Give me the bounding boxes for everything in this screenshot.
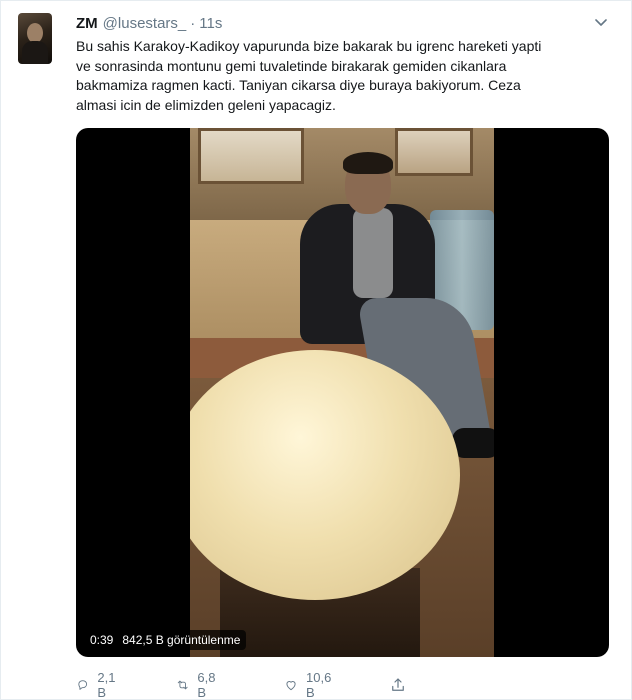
- video-player[interactable]: 0:39 842,5 B görüntülenme: [76, 128, 609, 657]
- reply-button[interactable]: 2,1 B: [76, 670, 120, 700]
- avatar-face: [27, 23, 43, 43]
- tweet-text-line: almasi icin de elimizden geleni yapacagi…: [76, 96, 336, 113]
- like-button[interactable]: 10,6 B: [284, 670, 335, 700]
- tweet-text-line: Bu sahis Karakoy-Kadikoy vapurunda bize …: [76, 38, 542, 54]
- video-views: 842,5 B görüntülenme: [122, 633, 241, 647]
- person-shoe: [452, 428, 494, 458]
- window-left: [198, 128, 304, 184]
- share-button[interactable]: [389, 676, 407, 694]
- person-shirt: [353, 208, 393, 298]
- window-right: [395, 128, 473, 176]
- chevron-down-icon[interactable]: [593, 15, 609, 31]
- retweet-icon: [177, 680, 188, 690]
- tweet-timestamp[interactable]: 11s: [199, 15, 222, 32]
- retweet-button[interactable]: 6,8 B: [176, 670, 220, 700]
- tweet-text-line: bakmamiza ragmen kacti. Taniyan cikarsa …: [76, 77, 521, 93]
- retweet-count: 6,8 B: [197, 670, 216, 700]
- reply-icon: [78, 680, 88, 690]
- separator-dot: ·: [190, 14, 196, 32]
- avatar[interactable]: [18, 13, 52, 64]
- share-icon: [392, 678, 404, 691]
- video-frame: [190, 128, 494, 657]
- video-info-badge: 0:39 842,5 B görüntülenme: [84, 630, 247, 650]
- video-duration: 0:39: [90, 633, 114, 647]
- author-handle[interactable]: @lusestars_: [103, 15, 187, 32]
- tweet-text: Bu sahis Karakoy-Kadikoy vapurunda bize …: [76, 37, 606, 115]
- reply-count: 2,1 B: [97, 670, 116, 700]
- like-count: 10,6 B: [306, 670, 332, 700]
- heart-icon: [286, 681, 296, 691]
- avatar-body: [22, 41, 48, 64]
- person-hair: [343, 152, 393, 174]
- tweet-card[interactable]: ZM @lusestars_ · 11s Bu sahis Karakoy-Ka…: [0, 0, 632, 700]
- author-name[interactable]: ZM: [76, 15, 98, 32]
- tweet-text-line: ve sonrasinda montunu gemi tuvaletinde b…: [76, 57, 507, 74]
- tweet-header: ZM @lusestars_ · 11s: [76, 13, 222, 33]
